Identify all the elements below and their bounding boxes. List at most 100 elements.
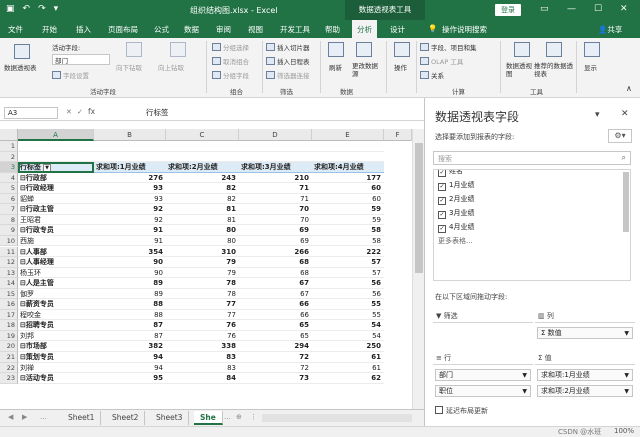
sheet-overflow-icon[interactable]: …: [224, 413, 231, 421]
row-header[interactable]: 23: [0, 373, 18, 384]
row-label-cell[interactable]: ⊟活动专员: [18, 373, 94, 384]
row-label-cell[interactable]: 伽罗: [18, 289, 94, 300]
value-cell[interactable]: 61: [312, 352, 384, 363]
row-header[interactable]: 10: [0, 235, 18, 247]
value-cell[interactable]: 294: [239, 341, 312, 352]
ungroup-button[interactable]: 取消组合: [212, 56, 249, 66]
value-cell[interactable]: 83: [166, 363, 239, 374]
value-cell[interactable]: 66: [239, 299, 312, 310]
redo-icon[interactable]: ↷: [38, 4, 46, 14]
value-cell[interactable]: 84: [166, 373, 239, 384]
tab-developer[interactable]: 开发工具: [280, 24, 310, 35]
minimize-icon[interactable]: —: [567, 4, 576, 14]
value-cell[interactable]: 70: [239, 215, 312, 226]
formula-input[interactable]: 行标签: [146, 107, 169, 118]
value-cell[interactable]: 83: [166, 352, 239, 363]
change-source-button[interactable]: 更改数据源: [352, 62, 380, 78]
value-cell[interactable]: 76: [166, 320, 239, 331]
value-cell[interactable]: 68: [239, 268, 312, 279]
value-cell[interactable]: 82: [166, 194, 239, 205]
value-cell[interactable]: 71: [239, 183, 312, 194]
sheet-tab-active[interactable]: She: [194, 411, 223, 425]
value-cell[interactable]: 54: [312, 320, 384, 331]
chevron-down-icon[interactable]: ▼: [624, 386, 629, 396]
row-label-cell[interactable]: 刘禅: [18, 363, 94, 374]
value-cell[interactable]: 77: [166, 299, 239, 310]
insert-timeline-button[interactable]: 插入日程表: [266, 56, 310, 66]
value-cell[interactable]: 79: [166, 268, 239, 279]
value-cell[interactable]: 210: [239, 173, 312, 184]
row-header[interactable]: 21: [0, 352, 18, 363]
select-all-corner[interactable]: [0, 129, 18, 141]
value-cell[interactable]: 69: [239, 225, 312, 236]
zoom-level[interactable]: 100%: [614, 427, 634, 435]
row-header[interactable]: 16: [0, 299, 18, 310]
enter-icon[interactable]: ✓: [77, 108, 83, 116]
value-cell[interactable]: 55: [312, 310, 384, 321]
values-zone-item[interactable]: 求和项:2月业绩 ▼: [537, 385, 633, 397]
pivot-table-button[interactable]: 数据透视表: [4, 62, 37, 72]
collapse-ribbon-icon[interactable]: ∧: [626, 84, 632, 93]
drill-down-button[interactable]: 向下钻取: [116, 62, 142, 72]
insert-slicer-button[interactable]: 插入切片器: [266, 42, 310, 52]
row-header[interactable]: 4: [0, 172, 18, 184]
value-cell[interactable]: 94: [94, 352, 166, 363]
value-cell[interactable]: [166, 152, 239, 163]
tab-view[interactable]: 视图: [248, 24, 263, 35]
value-cell[interactable]: 222: [312, 247, 384, 258]
value-cell[interactable]: [94, 141, 166, 152]
value-cell[interactable]: 91: [94, 236, 166, 247]
row-header[interactable]: 19: [0, 330, 18, 342]
value-cell[interactable]: 93: [94, 194, 166, 205]
row-header[interactable]: 9: [0, 225, 18, 236]
rows-zone-item[interactable]: 职位 ▼: [435, 385, 531, 397]
name-box[interactable]: A3: [4, 107, 58, 119]
value-cell[interactable]: 72: [239, 363, 312, 374]
row-label-cell[interactable]: ⊟人是主管: [18, 278, 94, 289]
drill-down-icon[interactable]: [126, 42, 142, 57]
value-cell[interactable]: 88: [94, 310, 166, 321]
value-cell[interactable]: 78: [166, 278, 239, 289]
tab-data[interactable]: 数据: [184, 24, 199, 35]
maximize-icon[interactable]: ☐: [594, 4, 602, 14]
value-cell[interactable]: 70: [239, 204, 312, 215]
value-cell[interactable]: [312, 141, 384, 152]
filter-connections-button[interactable]: 筛选器连接: [266, 70, 310, 80]
value-cell[interactable]: 77: [166, 310, 239, 321]
value-cell[interactable]: 266: [239, 247, 312, 258]
defer-update[interactable]: 延迟布局更新: [435, 406, 488, 416]
value-cell[interactable]: 92: [94, 204, 166, 215]
checkbox-checked-icon[interactable]: ✓: [438, 183, 446, 191]
checkbox-unchecked-icon[interactable]: [435, 406, 443, 414]
value-cell[interactable]: 67: [239, 278, 312, 289]
more-tables-link[interactable]: 更多表格...: [438, 236, 473, 246]
undo-icon[interactable]: ↶: [23, 4, 31, 14]
fx-icon[interactable]: fx: [88, 107, 95, 116]
value-cell[interactable]: 67: [239, 289, 312, 300]
row-label-cell[interactable]: ⊟人事部: [18, 247, 94, 258]
value-cell[interactable]: 89: [94, 289, 166, 300]
refresh-icon[interactable]: [328, 42, 344, 57]
tab-analyze[interactable]: 分析: [352, 20, 377, 38]
actions-icon[interactable]: [394, 42, 410, 57]
tab-page-layout[interactable]: 页面布局: [108, 24, 138, 35]
tab-help[interactable]: 帮助: [325, 24, 340, 35]
show-icon[interactable]: [584, 42, 600, 57]
customize-qa-icon[interactable]: ▾: [54, 4, 59, 14]
row-label-cell[interactable]: ⊟行政主管: [18, 204, 94, 215]
row-header[interactable]: 6: [0, 193, 18, 205]
values-zone[interactable]: Σ 值 求和项:1月业绩 ▼ 求和项:2月业绩 ▼: [535, 351, 635, 397]
split-handle-icon[interactable]: ⋮: [250, 413, 257, 421]
group-selection-button[interactable]: 分组选择: [212, 42, 249, 52]
row-header[interactable]: 7: [0, 204, 18, 215]
refresh-button[interactable]: 刷新: [329, 62, 342, 72]
row-labels-header[interactable]: 行标签 ▼: [18, 162, 94, 173]
value-cell[interactable]: 66: [239, 310, 312, 321]
value-cell[interactable]: 92: [94, 215, 166, 226]
close-icon[interactable]: ✕: [620, 4, 628, 14]
ribbon-display-icon[interactable]: ▭: [540, 4, 549, 14]
value-cell[interactable]: 56: [312, 278, 384, 289]
value-cell[interactable]: 72: [239, 352, 312, 363]
value-cell[interactable]: 80: [166, 225, 239, 236]
group-field-button[interactable]: 分组字段: [212, 70, 249, 80]
